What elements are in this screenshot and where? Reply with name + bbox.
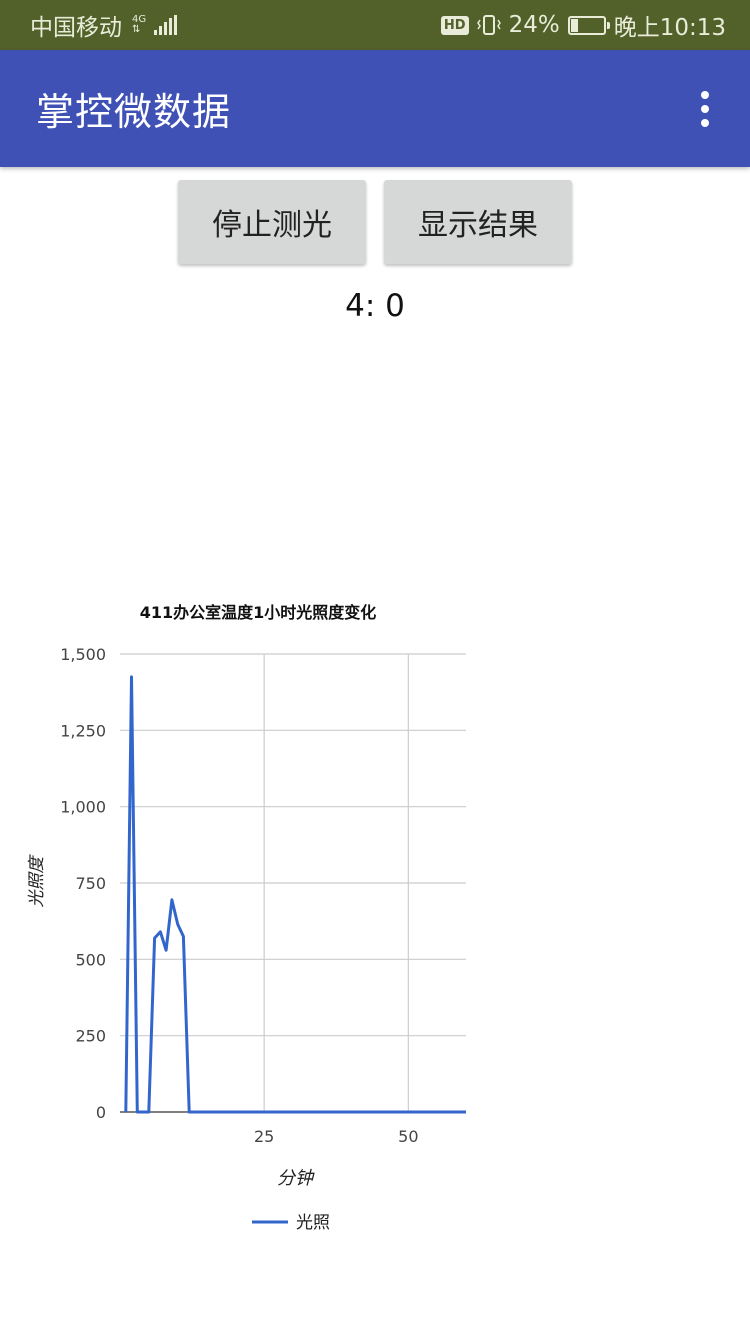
light-chart: 411办公室温度1小时光照度变化 0 250 500 750 1,000 1,250 1,5… bbox=[27, 603, 466, 1233]
button-row: 停止测光 显示结果 bbox=[0, 180, 750, 264]
signal-strength-icon bbox=[154, 15, 178, 35]
overflow-menu-icon[interactable] bbox=[690, 79, 720, 139]
x-tick-label: 50 bbox=[398, 1127, 418, 1146]
show-results-button[interactable]: 显示结果 bbox=[384, 180, 572, 264]
hd-voice-icon: HD bbox=[440, 15, 469, 35]
y-axis-label: 光照度 bbox=[27, 854, 47, 908]
network-type-icon: 4G ⇅ bbox=[132, 15, 146, 35]
y-tick-label: 500 bbox=[75, 950, 106, 969]
status-bar: 中国移动 4G ⇅ HD 24% 晚上10:13 bbox=[0, 0, 750, 50]
app-bar: 掌控微数据 bbox=[0, 50, 750, 167]
legend-label: 光照 bbox=[296, 1213, 330, 1233]
chart-title: 411办公室温度1小时光照度变化 bbox=[140, 603, 377, 622]
data-arrows-icon: ⇅ bbox=[132, 24, 141, 35]
carrier-name: 中国移动 bbox=[30, 15, 122, 41]
x-tick-label: 25 bbox=[254, 1127, 274, 1146]
battery-level-fill bbox=[570, 18, 579, 32]
y-tick-label: 1,000 bbox=[60, 798, 106, 817]
app-title: 掌控微数据 bbox=[36, 90, 232, 134]
y-tick-label: 750 bbox=[75, 874, 106, 893]
battery-icon bbox=[567, 15, 610, 35]
y-tick-label: 1,500 bbox=[60, 645, 106, 664]
stop-metering-button[interactable]: 停止测光 bbox=[178, 180, 366, 264]
series-line-光照 bbox=[124, 675, 466, 1114]
status-left: 中国移动 4G ⇅ bbox=[30, 8, 178, 42]
status-right: HD 24% 晚上10:13 bbox=[440, 8, 726, 42]
clock: 晚上10:13 bbox=[613, 15, 726, 41]
y-tick-label: 1,250 bbox=[60, 721, 106, 740]
y-tick-label: 250 bbox=[75, 1027, 106, 1046]
reading-value: 4: 0 bbox=[345, 288, 405, 324]
battery-percent: 24% bbox=[508, 12, 560, 38]
y-tick-label: 0 bbox=[96, 1103, 106, 1122]
x-axis-label: 分钟 bbox=[277, 1168, 315, 1189]
vibrate-icon bbox=[476, 15, 501, 35]
